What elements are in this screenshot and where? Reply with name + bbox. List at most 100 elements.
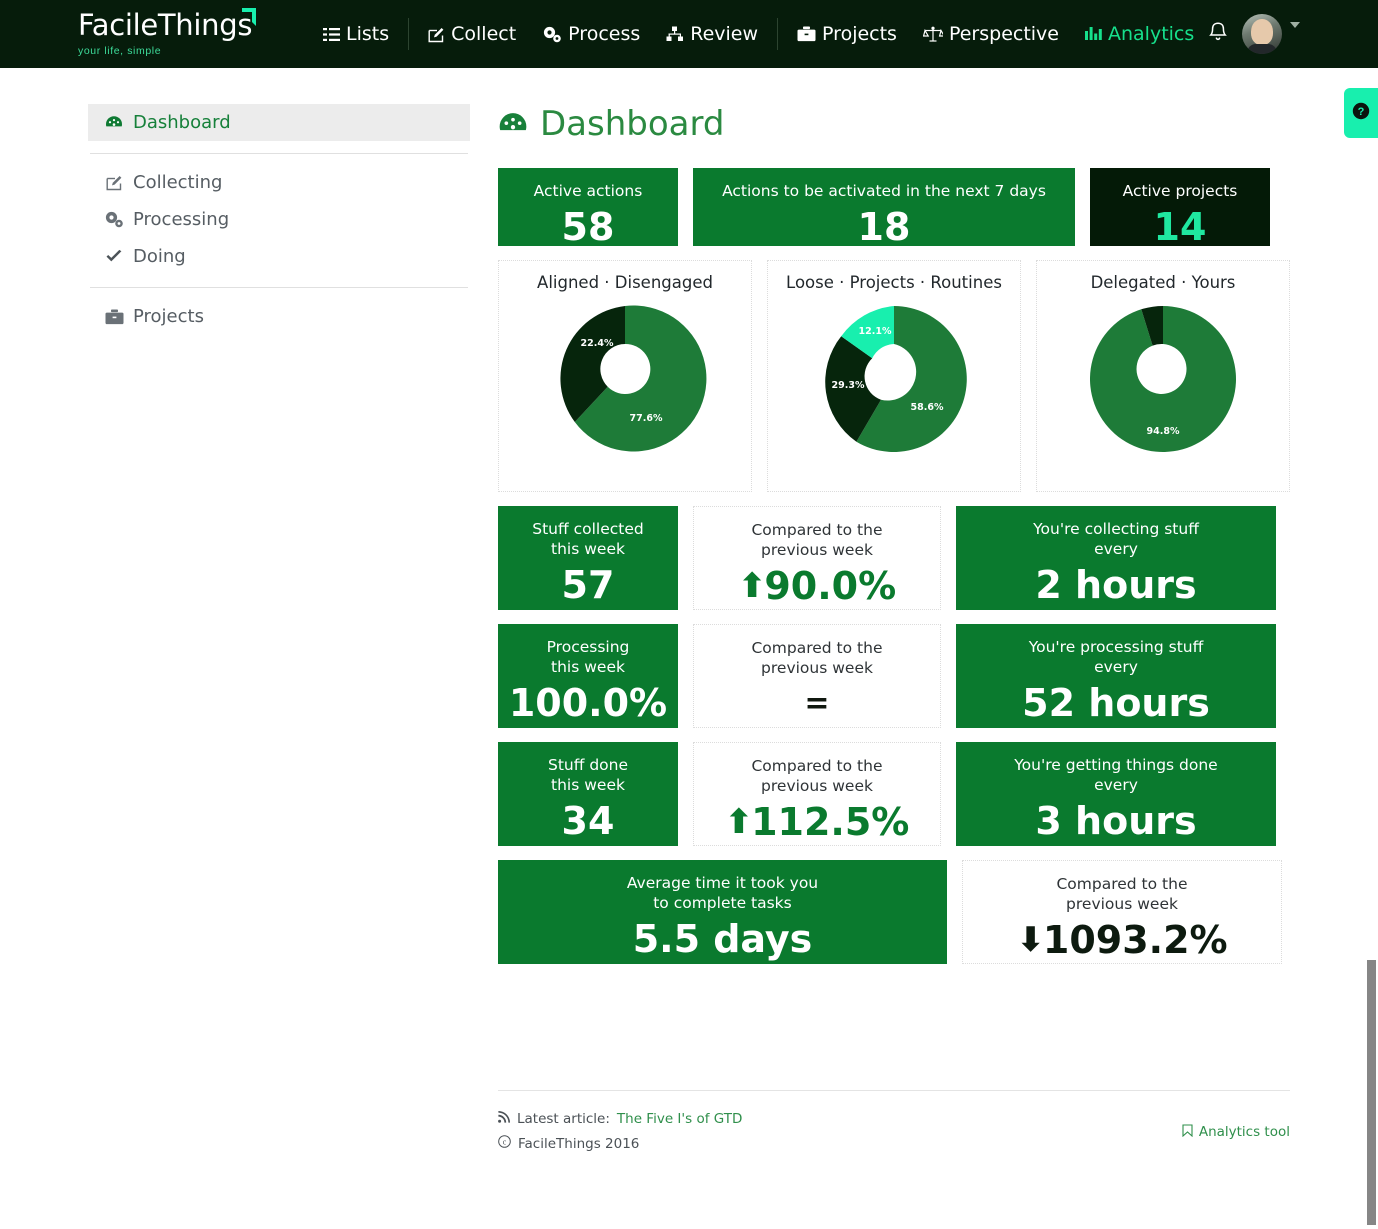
bell-icon[interactable]: [1208, 21, 1228, 48]
stat-label-line1: You're processing stuff: [1029, 638, 1204, 656]
footer-article-prefix: Latest article:: [517, 1107, 610, 1132]
stat-label-line2: this week: [551, 776, 625, 794]
pencil-square-icon: [428, 26, 445, 43]
stat-value: 34: [562, 799, 615, 843]
stat-card-collecting-frequency[interactable]: You're collecting stuff every 2 hours: [956, 506, 1276, 610]
stat-card-stuff-collected[interactable]: Stuff collected this week 57: [498, 506, 678, 610]
stat-label-line1: Stuff collected: [532, 520, 643, 538]
stat-card-actions-next-7-days[interactable]: Actions to be activated in the next 7 da…: [693, 168, 1075, 246]
donut-graphic: 94.8%: [1080, 296, 1246, 462]
stat-label-line2: previous week: [761, 541, 873, 559]
stat-card-active-actions[interactable]: Active actions 58: [498, 168, 678, 246]
stat-card-average-completion-time[interactable]: Average time it took you to complete tas…: [498, 860, 947, 964]
sidebar-item-doing[interactable]: Doing: [88, 238, 470, 275]
footer-latest-article: Latest article: The Five I's of GTD: [498, 1107, 742, 1132]
nav-label: Process: [568, 23, 640, 45]
stat-label: Actions to be activated in the next 7 da…: [722, 181, 1046, 201]
sitemap-icon: [666, 26, 684, 42]
stat-label-line1: Average time it took you: [627, 874, 818, 892]
chevron-down-icon[interactable]: [1290, 22, 1300, 28]
nav-item-collect[interactable]: Collect: [415, 23, 529, 45]
footer-left: Latest article: The Five I's of GTD c Fa…: [498, 1107, 742, 1157]
balance-scale-icon: [923, 26, 943, 43]
nav-label: Review: [690, 23, 758, 45]
stat-value: 90.0%: [764, 564, 896, 608]
nav-label: Lists: [346, 23, 389, 45]
stat-card-stuff-done[interactable]: Stuff done this week 34: [498, 742, 678, 846]
stat-label-line1: Compared to the: [751, 757, 882, 775]
slice-value-label: 77.6%: [630, 413, 663, 424]
rss-icon: [498, 1107, 510, 1132]
stat-card-avg-time-comparison[interactable]: Compared to the previous week ⬇ 1093.2%: [962, 860, 1282, 964]
sidebar-divider-2: [90, 287, 468, 288]
stat-value: 18: [858, 205, 911, 249]
arrow-up-icon: ⬆: [738, 569, 767, 603]
slice-value-label: 94.8%: [1147, 426, 1180, 437]
gears-icon: [542, 26, 562, 43]
stat-value: 58: [562, 205, 615, 249]
stat-label-line2: every: [1094, 540, 1138, 558]
stat-card-processing-frequency[interactable]: You're processing stuff every 52 hours: [956, 624, 1276, 728]
nav-item-review[interactable]: Review: [653, 23, 771, 45]
nav-item-lists[interactable]: Lists: [310, 23, 402, 45]
pencil-square-icon: [104, 174, 124, 191]
dashboard-icon: [498, 111, 528, 138]
footer-article-link[interactable]: The Five I's of GTD: [617, 1107, 742, 1132]
top-navigation-bar: FacileThings your life, simple Lists: [0, 0, 1378, 68]
stat-row-processing: Processing this week 100.0% Compared to …: [498, 624, 1290, 728]
brand-tagline: your life, simple: [78, 45, 278, 57]
avatar[interactable]: [1242, 14, 1282, 54]
stat-label-line1: You're collecting stuff: [1033, 520, 1199, 538]
bookmark-icon: [1182, 1124, 1193, 1141]
nav-divider: [408, 18, 409, 50]
vertical-scrollbar[interactable]: [1363, 0, 1378, 1229]
stat-card-collected-comparison[interactable]: Compared to the previous week ⬆ 90.0%: [693, 506, 941, 610]
sidebar-item-projects[interactable]: Projects: [88, 298, 470, 335]
donut-charts-row: Aligned · Disengaged 77.6% 22.4% Loose ·…: [498, 260, 1290, 492]
nav-right-group: [1208, 0, 1300, 68]
footer-copyright-text: FacileThings 2016: [518, 1132, 639, 1157]
nav-divider: [777, 18, 778, 50]
sidebar-divider-1: [90, 153, 468, 154]
nav-item-process[interactable]: Process: [529, 23, 653, 45]
stat-value: 1093.2%: [1043, 918, 1228, 962]
stat-label-line2: this week: [551, 658, 625, 676]
stat-card-processing-comparison[interactable]: Compared to the previous week =: [693, 624, 941, 728]
sidebar-item-dashboard[interactable]: Dashboard: [88, 104, 470, 141]
slice-value-label: 58.6%: [911, 402, 944, 413]
donut-graphic: 77.6% 22.4%: [542, 296, 708, 462]
donut-graphic: 58.6% 29.3% 12.1%: [811, 296, 977, 462]
stat-label-line1: You're getting things done: [1014, 756, 1217, 774]
top-stats-row: Active actions 58 Actions to be activate…: [498, 168, 1290, 246]
stat-card-processing-week[interactable]: Processing this week 100.0%: [498, 624, 678, 728]
footer-divider: [498, 1090, 1290, 1091]
stat-card-active-projects[interactable]: Active projects 14: [1090, 168, 1270, 246]
check-icon: [104, 249, 124, 264]
sidebar-item-label: Processing: [133, 209, 229, 230]
nav-item-analytics[interactable]: Analytics: [1072, 23, 1207, 45]
footer-analytics-tool-link[interactable]: Analytics tool: [1182, 1107, 1290, 1157]
stat-card-doing-frequency[interactable]: You're getting things done every 3 hours: [956, 742, 1276, 846]
stat-value: =: [804, 682, 829, 726]
stat-card-done-comparison[interactable]: Compared to the previous week ⬆ 112.5%: [693, 742, 941, 846]
svg-text:c: c: [503, 1138, 507, 1147]
sidebar-item-label: Projects: [133, 306, 204, 327]
nav-item-perspective[interactable]: Perspective: [910, 23, 1072, 45]
footer: Latest article: The Five I's of GTD c Fa…: [498, 1090, 1290, 1157]
slice-value-label: 29.3%: [832, 380, 865, 391]
scrollbar-thumb[interactable]: [1367, 960, 1376, 1225]
stat-label: Active actions: [534, 181, 643, 201]
stat-row-avg-time: Average time it took you to complete tas…: [498, 860, 1290, 964]
nav-label: Perspective: [949, 23, 1059, 45]
gears-icon: [104, 211, 124, 228]
stat-label-line1: Processing: [547, 638, 630, 656]
chart-title: Aligned · Disengaged: [537, 273, 713, 292]
nav-item-projects[interactable]: Projects: [784, 23, 910, 45]
donut-chart-aligned-disengaged: Aligned · Disengaged 77.6% 22.4%: [498, 260, 752, 492]
sidebar-item-processing[interactable]: Processing: [88, 201, 470, 238]
sidebar-item-collecting[interactable]: Collecting: [88, 164, 470, 201]
slice-value-label: 22.4%: [581, 338, 614, 349]
page-body: Dashboard Collecting Processing: [0, 68, 1378, 1229]
briefcase-icon: [797, 26, 816, 42]
main-menu: Lists Collect Process: [310, 0, 1207, 68]
